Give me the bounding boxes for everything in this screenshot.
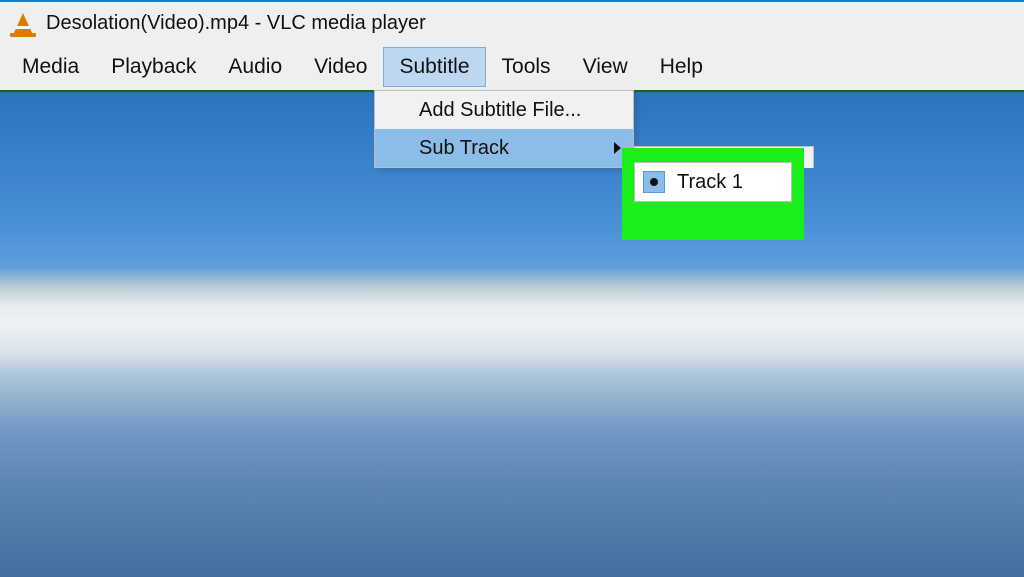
menu-media[interactable]: Media [6, 47, 95, 87]
menu-audio[interactable]: Audio [212, 47, 298, 87]
sub-track-submenu: Track 1 [634, 162, 792, 202]
menu-bar: Media Playback Audio Video Subtitle Tool… [0, 44, 1024, 90]
menu-video[interactable]: Video [298, 47, 383, 87]
subtitle-sub-track[interactable]: Sub Track [375, 129, 633, 167]
radio-selected-icon [643, 171, 665, 193]
menu-subtitle[interactable]: Subtitle [383, 47, 485, 87]
annotation-highlight-box: Track 1 [622, 148, 804, 240]
subtitle-add-file-label: Add Subtitle File... [419, 99, 581, 122]
subtitle-sub-track-label: Sub Track [419, 137, 509, 160]
subtitle-dropdown: Add Subtitle File... Sub Track [374, 90, 634, 168]
window-title: Desolation(Video).mp4 - VLC media player [46, 12, 426, 35]
sub-track-track1[interactable]: Track 1 [635, 163, 791, 201]
menu-help[interactable]: Help [644, 47, 719, 87]
submenu-arrow-icon [614, 142, 621, 154]
title-bar: Desolation(Video).mp4 - VLC media player [0, 2, 1024, 44]
vlc-cone-icon [10, 9, 36, 37]
sub-track-track1-label: Track 1 [677, 171, 743, 194]
menu-tools[interactable]: Tools [486, 47, 567, 87]
menu-playback[interactable]: Playback [95, 47, 212, 87]
subtitle-add-file[interactable]: Add Subtitle File... [375, 91, 633, 129]
menu-view[interactable]: View [567, 47, 644, 87]
